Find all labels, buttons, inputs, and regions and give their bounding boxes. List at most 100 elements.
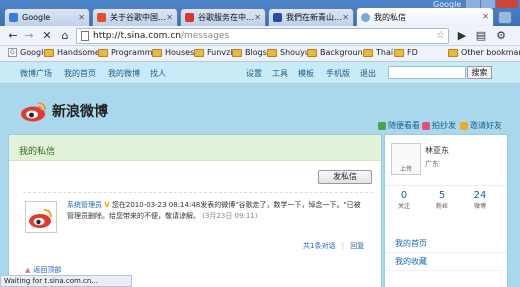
close-window-button[interactable] (496, 0, 518, 8)
tab-google[interactable]: Google ✕ (4, 8, 90, 26)
weibo-logo: 新浪微博 (20, 100, 108, 122)
message-time: (3月23日 09:11) (202, 212, 258, 220)
browser-titlebar: Google ✕ 关于谷歌中国... ✕ 谷歌服务在中... ✕ 我們在新青山.… (0, 0, 520, 26)
folder-icon (363, 48, 373, 57)
bookmark-star-icon[interactable]: ☆ (436, 30, 445, 41)
sidebar-item-favorites[interactable]: 我的收藏 (385, 253, 507, 271)
bookmark-shouyu[interactable]: Shouyu (267, 48, 310, 57)
sender-avatar[interactable] (25, 201, 57, 233)
folder-icon (448, 48, 458, 57)
close-tab-icon[interactable]: ✕ (342, 13, 349, 22)
loading-spinner-icon (361, 12, 370, 22)
verified-badge: V (104, 201, 110, 209)
bookmark-google[interactable]: G Google (8, 48, 48, 57)
page-content: 微博广场 我的首页 我的微博 找人 设置 工具 模板 手机版 退出 搜索 新浪微… (0, 62, 520, 287)
home-icon[interactable]: ⌂ (58, 29, 72, 43)
search-input[interactable] (388, 66, 466, 79)
nav-square[interactable]: 微博广场 (20, 68, 52, 79)
folder-icon (194, 48, 204, 57)
bookmark-handsome[interactable]: Handsome (44, 48, 100, 57)
status-bar: Waiting for t.sina.com.cn... (0, 275, 132, 287)
page-menu-icon[interactable]: ▤ (474, 29, 488, 43)
tab-label: 我的私信 (374, 12, 406, 22)
bookmark-blogs[interactable]: Blogs (232, 48, 267, 57)
tab-google-china[interactable]: 关于谷歌中国... ✕ (92, 8, 178, 26)
close-tab-icon[interactable]: ✕ (166, 13, 173, 22)
up-arrow-icon: ▲ (25, 266, 31, 274)
search-button[interactable]: 搜索 (467, 66, 492, 79)
browser-toolbar: ← → ✕ ⌂ http://t.sina.com.cn/messages ☆ … (0, 26, 520, 46)
upload-avatar-button[interactable]: 上传 (391, 143, 421, 175)
nav-my-home[interactable]: 我的首页 (64, 68, 96, 79)
reply-link[interactable]: 回复 (350, 242, 364, 250)
profile-stats: 0 关注 5 粉丝 24 微博 (385, 185, 507, 213)
close-tab-icon[interactable]: ✕ (78, 13, 85, 22)
nav-my-weibo[interactable]: 我的微博 (108, 68, 140, 79)
sidebar-nav: 我的首页 我的收藏 (385, 235, 507, 271)
maximize-button[interactable] (481, 0, 495, 8)
stat-following[interactable]: 0 关注 (389, 190, 419, 210)
close-tab-icon[interactable]: ✕ (254, 13, 261, 22)
tab-my-messages[interactable]: 我的私信 ✕ (356, 7, 494, 26)
folder-icon (232, 48, 242, 57)
message-actions: 共1条对话 | 回复 (303, 241, 364, 251)
stat-posts[interactable]: 24 微博 (465, 190, 495, 210)
tab-label: Google (22, 13, 51, 22)
page-favicon-icon (273, 13, 282, 22)
tab-xinqingshan[interactable]: 我們在新青山... ✕ (268, 8, 354, 26)
folder-icon (44, 48, 54, 57)
message-body: 系统管理员 V 您在2010-03-23 08:14:48发表的微博"谷歌走了，… (67, 200, 367, 222)
go-icon[interactable]: ▶ (455, 29, 469, 43)
tab-google-services[interactable]: 谷歌服务在中... ✕ (180, 8, 266, 26)
google-favicon-icon (9, 13, 18, 22)
bookmark-background[interactable]: Background (307, 48, 368, 57)
stop-icon[interactable]: ✕ (40, 29, 54, 43)
sidebar-item-my-home[interactable]: 我的首页 (385, 235, 507, 253)
new-tab-button[interactable] (498, 11, 512, 24)
page-favicon-icon (185, 13, 194, 22)
nav-find-people[interactable]: 找人 (150, 68, 166, 79)
bookmark-fd[interactable]: FD (394, 48, 418, 57)
site-top-nav: 微博广场 我的首页 我的微博 找人 设置 工具 模板 手机版 退出 搜索 (0, 62, 520, 84)
nav-tools[interactable]: 工具 (272, 68, 288, 79)
other-bookmarks[interactable]: Other bookmarks (448, 48, 520, 57)
nav-mobile[interactable]: 手机版 (326, 68, 350, 79)
tab-label: 关于谷歌中国... (110, 13, 166, 22)
quicklink-photo-post[interactable]: 拍抄发 (422, 120, 456, 131)
message-item: 系统管理员 V 您在2010-03-23 08:14:48发表的微博"谷歌走了，… (23, 192, 373, 250)
back-to-top-link[interactable]: ▲ 返回顶部 (25, 265, 61, 275)
tab-label: 我們在新青山... (286, 13, 342, 22)
bookmark-funvzi[interactable]: Funvzi (194, 48, 232, 57)
bookmark-thai[interactable]: Thai (363, 48, 393, 57)
messages-panel: 我的私信 发私信 系统管理员 V 您在2010-03-23 08:14:48发表… (8, 134, 382, 287)
forward-arrow-icon[interactable]: → (22, 29, 36, 43)
bookmarks-bar: G Google Handsome Programms Houses Funvzi… (0, 46, 520, 62)
invite-icon (460, 121, 468, 130)
camera-icon (422, 121, 430, 130)
nav-templates[interactable]: 模板 (298, 68, 314, 79)
wrench-icon[interactable]: ⚙ (494, 29, 508, 43)
nav-logout[interactable]: 退出 (360, 68, 376, 79)
conversation-count-link[interactable]: 共1条对话 (303, 242, 335, 250)
profile-name[interactable]: 林亚东 (425, 145, 449, 156)
send-message-button[interactable]: 发私信 (318, 170, 372, 184)
bookmark-programms[interactable]: Programms (98, 48, 157, 57)
minimize-button[interactable] (466, 0, 480, 8)
bookmark-houses[interactable]: Houses (152, 48, 194, 57)
close-tab-icon[interactable]: ✕ (482, 12, 489, 21)
profile-sidebar: 上传 林亚东 广东 0 关注 5 粉丝 24 微博 我的首页 我的收藏 (384, 134, 508, 287)
sender-name[interactable]: 系统管理员 (67, 201, 102, 209)
folder-icon (98, 48, 108, 57)
stat-followers[interactable]: 5 粉丝 (427, 190, 457, 210)
address-bar[interactable]: http://t.sina.com.cn/messages ☆ (76, 28, 449, 44)
divider: | (341, 242, 345, 250)
logo-text: 新浪微博 (52, 104, 108, 120)
back-arrow-icon[interactable]: ← (6, 29, 20, 43)
folder-icon (152, 48, 162, 57)
page-icon (81, 31, 89, 41)
nav-settings[interactable]: 设置 (246, 68, 262, 79)
quicklink-invite[interactable]: 邀请好友 (460, 120, 502, 131)
url-host: http://t.sina.com.cn (93, 31, 181, 41)
quicklink-random[interactable]: 随便看看 (378, 120, 420, 131)
folder-icon (394, 48, 404, 57)
